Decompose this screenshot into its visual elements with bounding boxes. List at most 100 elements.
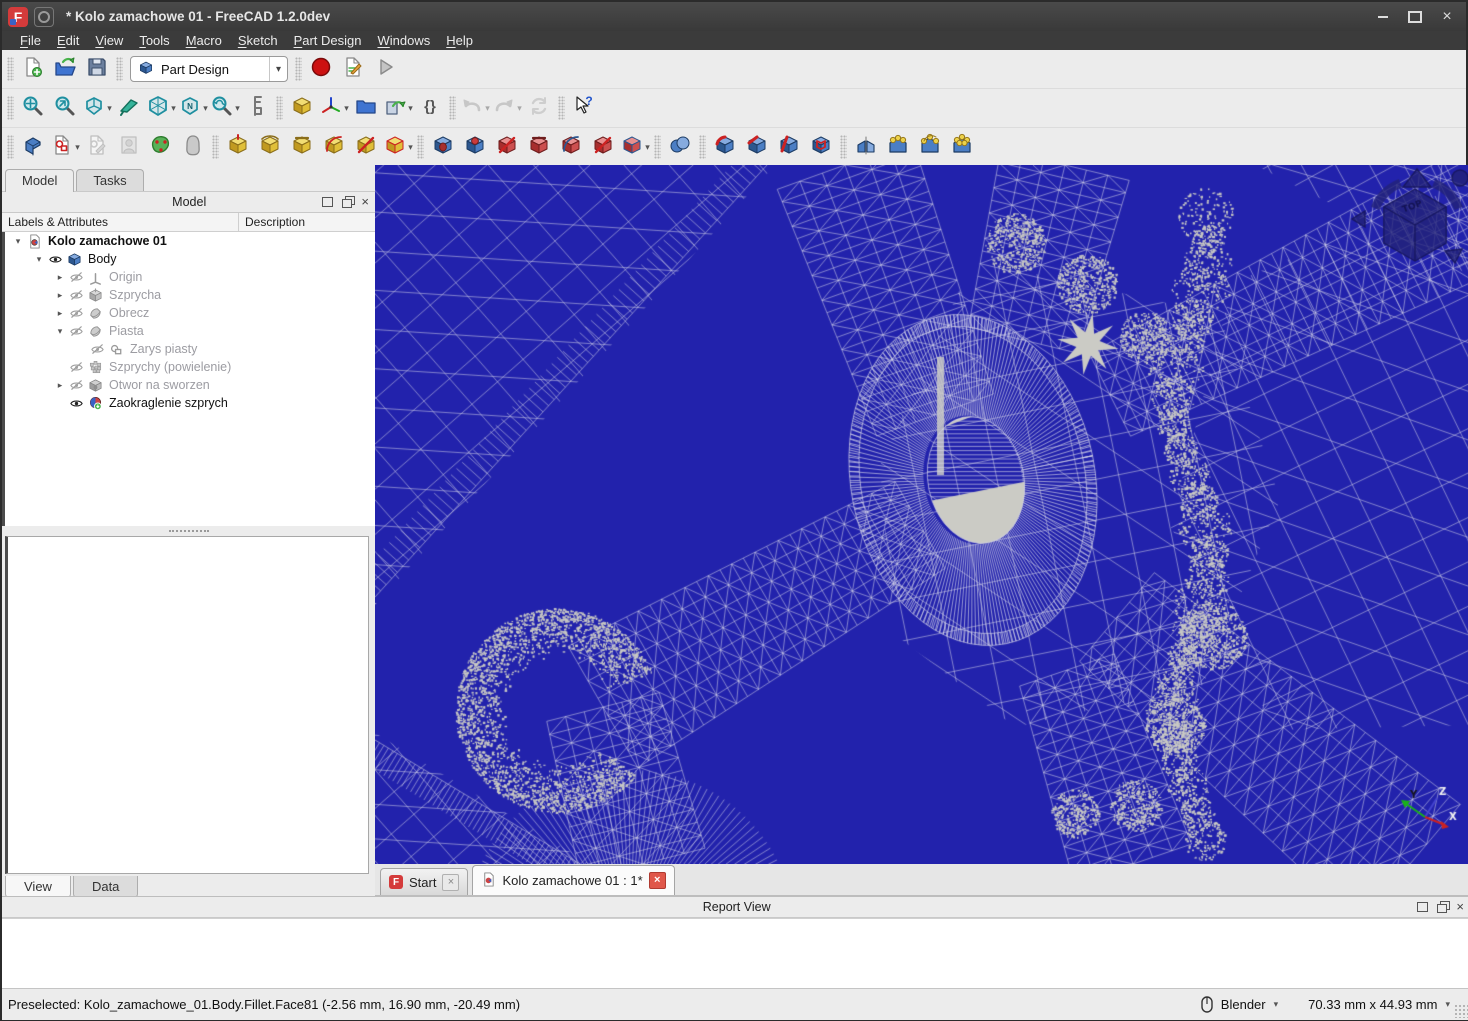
expression-editor-button[interactable]: {}: [414, 93, 446, 123]
subtractive-primitive-button[interactable]: ▾: [619, 132, 651, 162]
resize-grip[interactable]: [1454, 1004, 1468, 1018]
toolbar-drag-handle[interactable]: [7, 57, 14, 81]
view-fit-all-button[interactable]: [17, 93, 49, 123]
visibility-on-icon[interactable]: [46, 252, 65, 267]
save-document-button[interactable]: [81, 54, 113, 84]
validate-sketch-button[interactable]: [145, 132, 177, 162]
panel-splitter[interactable]: [2, 526, 375, 536]
toolbar-drag-handle[interactable]: [295, 57, 302, 81]
visibility-off-icon[interactable]: [88, 342, 107, 357]
visibility-on-icon[interactable]: [67, 396, 86, 411]
toolbar-drag-handle[interactable]: [449, 96, 456, 120]
macro-edit-button[interactable]: [337, 54, 369, 84]
report-view-content[interactable]: [2, 918, 1468, 988]
toolbar-drag-handle[interactable]: [840, 135, 847, 159]
create-part-button[interactable]: [286, 93, 318, 123]
menu-macro[interactable]: Macro: [178, 31, 230, 50]
revolution-button[interactable]: [254, 132, 286, 162]
mdi-tab-start[interactable]: FStart×: [380, 868, 468, 895]
tree-item-szprychy-powielenie-[interactable]: Szprychy (powielenie): [5, 358, 375, 376]
nav-style-selector[interactable]: Blender: [1221, 997, 1266, 1012]
groove-button[interactable]: [491, 132, 523, 162]
dock-close-icon[interactable]: ×: [1456, 902, 1464, 912]
dock-restore-icon[interactable]: [322, 197, 333, 207]
mdi-tab-kolo-zamachowe-01-1-[interactable]: Kolo zamachowe 01 : 1*×: [472, 865, 674, 895]
shape-binder-button[interactable]: [177, 132, 209, 162]
subtractive-loft-button[interactable]: [523, 132, 555, 162]
measure-button[interactable]: [241, 93, 273, 123]
additive-helix-button[interactable]: [350, 132, 382, 162]
draft-button[interactable]: [773, 132, 805, 162]
tab-model[interactable]: Model: [5, 169, 74, 192]
tree-item-szprycha[interactable]: ▸Szprycha: [5, 286, 375, 304]
tree-item-origin[interactable]: ▸Origin: [5, 268, 375, 286]
additive-primitive-button[interactable]: ▾: [382, 132, 414, 162]
tree-expander-icon[interactable]: ▾: [53, 326, 67, 337]
tree-expander-icon[interactable]: ▾: [32, 254, 46, 265]
create-body-button[interactable]: [17, 132, 49, 162]
workbench-selector[interactable]: Part Design▾: [130, 56, 288, 82]
boolean-operation-button[interactable]: [664, 132, 696, 162]
menu-view[interactable]: View: [87, 31, 131, 50]
subtractive-helix-button[interactable]: [587, 132, 619, 162]
toolbar-drag-handle[interactable]: [212, 135, 219, 159]
menu-part-design[interactable]: Part Design: [286, 31, 370, 50]
view-fly-button[interactable]: [113, 93, 145, 123]
tree-item-otwor-na-sworzen[interactable]: ▸Otwor na sworzen: [5, 376, 375, 394]
view-rotate-button[interactable]: N▾: [177, 93, 209, 123]
whats-this-button[interactable]: ?: [568, 93, 600, 123]
tree-item-piasta[interactable]: ▾Piasta: [5, 322, 375, 340]
macro-execute-button[interactable]: [369, 54, 401, 84]
visibility-off-icon[interactable]: [67, 378, 86, 393]
thickness-button[interactable]: [805, 132, 837, 162]
dock-float-icon[interactable]: [342, 199, 352, 208]
visibility-off-icon[interactable]: [67, 306, 86, 321]
tab-tasks[interactable]: Tasks: [76, 169, 143, 191]
tree-expander-icon[interactable]: ▸: [53, 380, 67, 391]
view-isometric-button[interactable]: ▾: [81, 93, 113, 123]
toolbar-drag-handle[interactable]: [699, 135, 706, 159]
macro-record-button[interactable]: [305, 54, 337, 84]
create-sketch-button[interactable]: ▾: [49, 132, 81, 162]
multi-transform-button[interactable]: [946, 132, 978, 162]
column-description[interactable]: Description: [239, 213, 375, 231]
tree-expander-icon[interactable]: ▸: [53, 308, 67, 319]
column-labels-attributes[interactable]: Labels & Attributes: [2, 213, 239, 231]
mirrored-button[interactable]: [850, 132, 882, 162]
pad-button[interactable]: [222, 132, 254, 162]
tree-item-obrecz[interactable]: ▸Obrecz: [5, 304, 375, 322]
menu-edit[interactable]: Edit: [49, 31, 87, 50]
tree-item-kolo-zamachowe-01[interactable]: ▾Kolo zamachowe 01: [5, 232, 375, 250]
menu-windows[interactable]: Windows: [370, 31, 439, 50]
view-box-button[interactable]: ▾: [145, 93, 177, 123]
additive-loft-button[interactable]: [286, 132, 318, 162]
create-group-button[interactable]: [350, 93, 382, 123]
toolbar-drag-handle[interactable]: [417, 135, 424, 159]
additive-pipe-button[interactable]: [318, 132, 350, 162]
pocket-button[interactable]: [427, 132, 459, 162]
open-document-button[interactable]: [49, 54, 81, 84]
visibility-off-icon[interactable]: [67, 324, 86, 339]
new-document-button[interactable]: [17, 54, 49, 84]
window-menu-icon[interactable]: [34, 7, 54, 27]
linear-pattern-button[interactable]: [882, 132, 914, 162]
visibility-off-icon[interactable]: [67, 360, 86, 375]
minimize-button[interactable]: [1370, 7, 1396, 27]
tree-expander-icon[interactable]: ▸: [53, 290, 67, 301]
toolbar-drag-handle[interactable]: [558, 96, 565, 120]
tab-close-icon[interactable]: ×: [442, 874, 459, 891]
visibility-off-icon[interactable]: [67, 270, 86, 285]
menu-file[interactable]: File: [12, 31, 49, 50]
tree-expander-icon[interactable]: ▾: [11, 236, 25, 247]
tab-view[interactable]: View: [5, 876, 71, 898]
make-link-button[interactable]: ▾: [382, 93, 414, 123]
menu-help[interactable]: Help: [438, 31, 481, 50]
3d-viewport-canvas[interactable]: [375, 165, 1468, 864]
tree-item-zaokraglenie-szprych[interactable]: Zaokraglenie szprych: [5, 394, 375, 412]
property-editor[interactable]: [5, 536, 369, 874]
menu-sketch[interactable]: Sketch: [230, 31, 286, 50]
tree-item-body[interactable]: ▾Body: [5, 250, 375, 268]
visibility-off-icon[interactable]: [67, 288, 86, 303]
dock-close-icon[interactable]: ×: [361, 197, 369, 207]
toolbar-drag-handle[interactable]: [7, 96, 14, 120]
